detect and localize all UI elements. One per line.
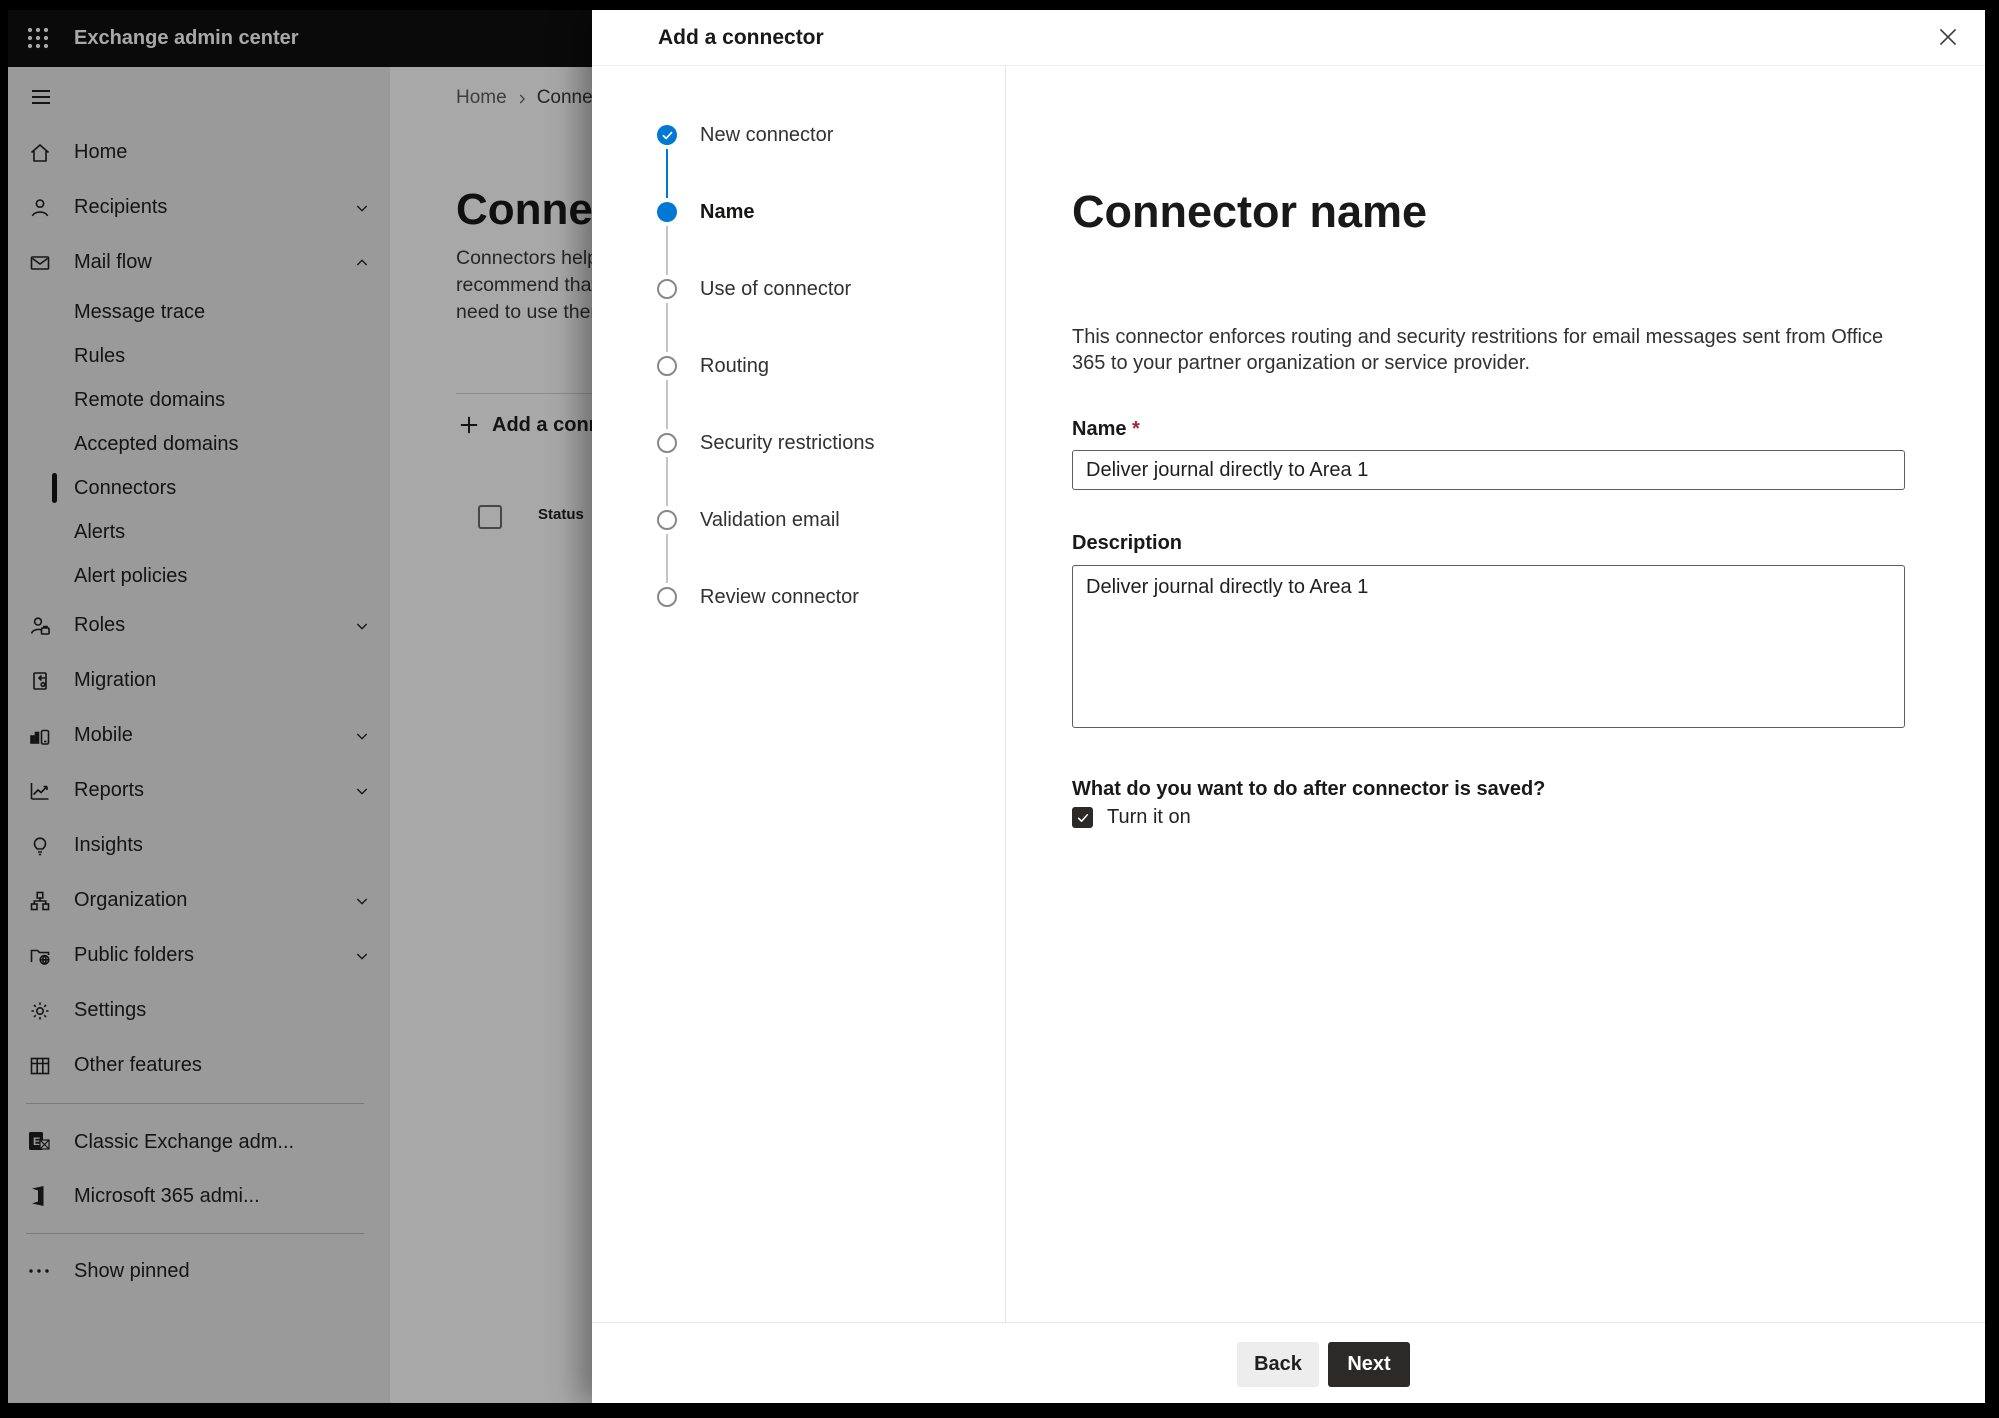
step-current-icon [657,202,677,222]
step-description: This connector enforces routing and secu… [1072,326,1884,374]
wizard-step-new-connector[interactable]: New connector [592,120,833,150]
turn-it-on-checkbox-row[interactable]: Turn it on [1072,806,1191,829]
wizard-step-label: New connector [700,123,834,146]
wizard-step-use-of-connector[interactable]: Use of connector [592,274,851,304]
next-button[interactable]: Next [1328,1342,1410,1387]
after-save-question: What do you want to do after connector i… [1072,778,1546,800]
dialog-title: Add a connector [658,26,824,49]
wizard-step-label: Validation email [700,508,840,531]
step-connector-line [666,457,668,506]
wizard-step-routing[interactable]: Routing [592,351,769,381]
wizard-step-label: Routing [700,354,769,377]
step-upcoming-icon [657,279,677,299]
wizard-step-label: Security restrictions [700,431,875,454]
step-connector-line [666,534,668,583]
dialog-body: New connector Name Use of connector Rout… [592,66,1985,1323]
step-upcoming-icon [657,587,677,607]
wizard-step-name[interactable]: Name [592,197,754,227]
back-button[interactable]: Back [1237,1342,1319,1387]
wizard-step-rail: New connector Name Use of connector Rout… [592,66,1006,1323]
connector-name-input[interactable] [1072,450,1905,490]
wizard-step-validation-email[interactable]: Validation email [592,505,840,535]
description-field-label: Description [1072,532,1183,554]
wizard-step-review-connector[interactable]: Review connector [592,582,859,612]
screen: Exchange admin center Home Recipients Ma… [0,0,1999,1418]
step-connector-line [666,380,668,429]
name-field-label: Name * [1072,418,1140,440]
wizard-step-label: Use of connector [700,277,852,300]
add-connector-dialog: Add a connector New connector Name Use o… [592,10,1985,1403]
turn-it-on-label: Turn it on [1107,806,1191,828]
step-upcoming-icon [657,356,677,376]
wizard-step-security-restrictions[interactable]: Security restrictions [592,428,875,458]
wizard-step-label: Name [700,200,755,223]
exchange-admin-window: Exchange admin center Home Recipients Ma… [8,10,1985,1403]
dialog-main-panel: Connector name This connector enforces r… [1006,66,1985,1323]
dialog-header: Add a connector [592,10,1985,66]
step-connector-line [666,226,668,275]
required-asterisk: * [1132,418,1140,440]
step-completed-check-icon [657,125,677,145]
step-connector-line [666,303,668,352]
step-upcoming-icon [657,433,677,453]
close-button[interactable] [1933,22,1963,52]
step-connector-line [666,149,668,198]
step-heading: Connector name [1072,186,1428,237]
checkbox-checked-icon[interactable] [1072,807,1093,828]
connector-description-textarea[interactable]: Deliver journal directly to Area 1 [1072,565,1905,728]
dialog-footer: Back Next [592,1322,1985,1403]
step-upcoming-icon [657,510,677,530]
wizard-step-label: Review connector [700,585,859,608]
